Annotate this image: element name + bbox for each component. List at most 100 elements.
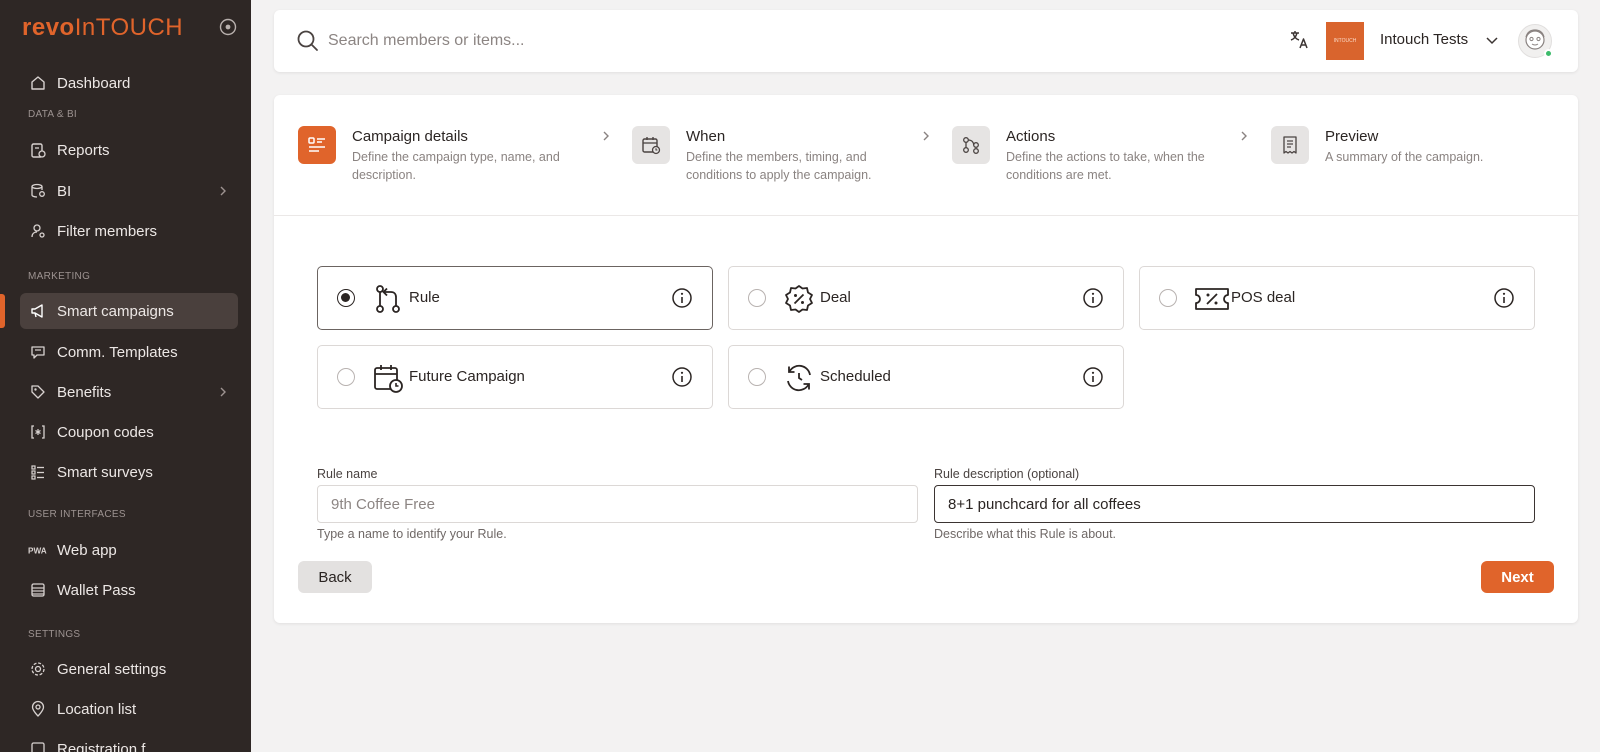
sidebar-item-bi[interactable]: BI: [20, 173, 238, 209]
sidebar-item-label: Comm. Templates: [57, 343, 178, 361]
campaign-type-label: Future Campaign: [409, 368, 525, 385]
sidebar-item-label: BI: [57, 182, 72, 200]
calendar-clock-icon: [372, 362, 404, 394]
campaign-type-label: Deal: [820, 289, 851, 306]
sidebar-item-registration-forms[interactable]: Registration f...: [20, 731, 238, 752]
chevron-down-icon[interactable]: [1484, 32, 1500, 48]
rule-description-hint: Describe what this Rule is about.: [934, 527, 1117, 541]
collapse-sidebar-icon[interactable]: [219, 18, 237, 36]
git-branch-icon: [372, 283, 404, 315]
brand-logo[interactable]: revoInTOUCH: [22, 14, 183, 41]
sidebar-item-smart-campaigns[interactable]: Smart campaigns: [20, 293, 238, 329]
info-icon[interactable]: [671, 366, 693, 388]
refresh-clock-icon: [783, 362, 815, 394]
rule-description-input[interactable]: [934, 485, 1535, 523]
wizard-steps: Campaign details Define the campaign typ…: [274, 95, 1578, 216]
sidebar-item-label: Registration f...: [57, 740, 158, 752]
sidebar-item-label: Smart campaigns: [57, 302, 174, 320]
section-label-settings: SETTINGS: [28, 629, 81, 640]
translate-icon[interactable]: [1288, 28, 1312, 52]
coupon-icon: [28, 422, 48, 442]
search-input[interactable]: [328, 26, 928, 56]
form-icon: [28, 739, 48, 752]
back-button[interactable]: Back: [298, 561, 372, 593]
chevron-right-icon: [216, 184, 230, 198]
radio-button[interactable]: [337, 289, 355, 307]
radio-button[interactable]: [1159, 289, 1177, 307]
workflow-icon: [952, 126, 990, 164]
sidebar-item-smart-surveys[interactable]: Smart surveys: [20, 454, 238, 490]
sidebar-item-general-settings[interactable]: General settings: [20, 651, 238, 687]
campaign-type-rule[interactable]: Rule: [317, 266, 713, 330]
rule-name-label: Rule name: [317, 467, 378, 481]
chevron-right-icon: [1237, 129, 1251, 143]
sidebar-item-label: Web app: [57, 541, 117, 559]
campaign-wizard-card: Campaign details Define the campaign typ…: [274, 95, 1578, 623]
sidebar-item-reports[interactable]: Reports: [20, 132, 238, 168]
step-description: Define the campaign type, name, and desc…: [352, 150, 560, 182]
sidebar-item-coupon-codes[interactable]: Coupon codes: [20, 414, 238, 450]
step-description: Define the members, timing, and conditio…: [686, 150, 872, 182]
radio-button[interactable]: [748, 289, 766, 307]
info-icon[interactable]: [1493, 287, 1515, 309]
radio-button[interactable]: [337, 368, 355, 386]
rule-name-input[interactable]: [317, 485, 918, 523]
calendar-clock-icon: [632, 126, 670, 164]
campaign-type-future-campaign[interactable]: Future Campaign: [317, 345, 713, 409]
list-check-icon: [28, 462, 48, 482]
receipt-icon: [1271, 126, 1309, 164]
location-pin-icon: [28, 699, 48, 719]
org-name[interactable]: Intouch Tests: [1380, 31, 1468, 48]
wallet-icon: [28, 580, 48, 600]
logo-row: revoInTOUCH: [22, 14, 237, 41]
sidebar-item-label: Location list: [57, 700, 137, 718]
step-actions[interactable]: Actions Define the actions to take, when…: [952, 126, 1232, 196]
step-description: A summary of the campaign.: [1325, 150, 1484, 164]
sidebar-item-location-list[interactable]: Location list: [20, 691, 238, 727]
message-icon: [28, 342, 48, 362]
step-campaign-details[interactable]: Campaign details Define the campaign typ…: [298, 126, 578, 196]
step-title: When: [686, 128, 726, 145]
chevron-right-icon: [216, 385, 230, 399]
info-icon[interactable]: [671, 287, 693, 309]
step-title: Actions: [1006, 128, 1056, 145]
sidebar-item-web-app[interactable]: PWA Web app: [20, 532, 238, 568]
next-button[interactable]: Next: [1481, 561, 1554, 593]
campaign-type-deal[interactable]: Deal: [728, 266, 1124, 330]
sidebar-item-dashboard[interactable]: Dashboard: [20, 65, 238, 101]
sidebar-item-wallet-pass[interactable]: Wallet Pass: [20, 572, 238, 608]
campaign-type-scheduled[interactable]: Scheduled: [728, 345, 1124, 409]
sidebar-item-label: Benefits: [57, 383, 112, 401]
ticket-percent-icon: [1194, 283, 1230, 315]
top-bar: INTOUCH Intouch Tests: [274, 10, 1578, 72]
step-when[interactable]: When Define the members, timing, and con…: [632, 126, 912, 196]
search-icon: [296, 29, 320, 53]
campaign-type-pos-deal[interactable]: POS deal: [1139, 266, 1535, 330]
home-icon: [28, 73, 48, 93]
info-icon[interactable]: [1082, 287, 1104, 309]
sidebar-item-label: Dashboard: [57, 74, 131, 92]
chevron-right-icon: [919, 129, 933, 143]
active-indicator: [0, 294, 5, 328]
sidebar: revoInTOUCH Dashboard DATA & BI Reports …: [0, 0, 251, 752]
list-details-icon: [298, 126, 336, 164]
user-search-icon: [28, 221, 48, 241]
section-label-user-interfaces: USER INTERFACES: [28, 509, 126, 520]
gear-icon: [28, 659, 48, 679]
sidebar-item-label: Coupon codes: [57, 423, 154, 441]
radio-button[interactable]: [748, 368, 766, 386]
step-preview[interactable]: Preview A summary of the campaign.: [1271, 126, 1551, 196]
svg-text:PWA: PWA: [28, 547, 47, 556]
campaign-type-label: Rule: [409, 289, 440, 306]
online-status-dot: [1544, 49, 1553, 58]
sidebar-item-benefits[interactable]: Benefits: [20, 374, 238, 410]
rule-description-label: Rule description (optional): [934, 467, 1080, 481]
reports-icon: [28, 140, 48, 160]
org-logo[interactable]: INTOUCH: [1326, 22, 1364, 60]
sidebar-item-filter-members[interactable]: Filter members: [20, 213, 238, 249]
sidebar-item-label: Wallet Pass: [57, 581, 136, 599]
info-icon[interactable]: [1082, 366, 1104, 388]
campaign-type-label: POS deal: [1231, 289, 1296, 306]
sidebar-item-comm-templates[interactable]: Comm. Templates: [20, 334, 238, 370]
step-description: Define the actions to take, when the con…: [1006, 150, 1205, 182]
